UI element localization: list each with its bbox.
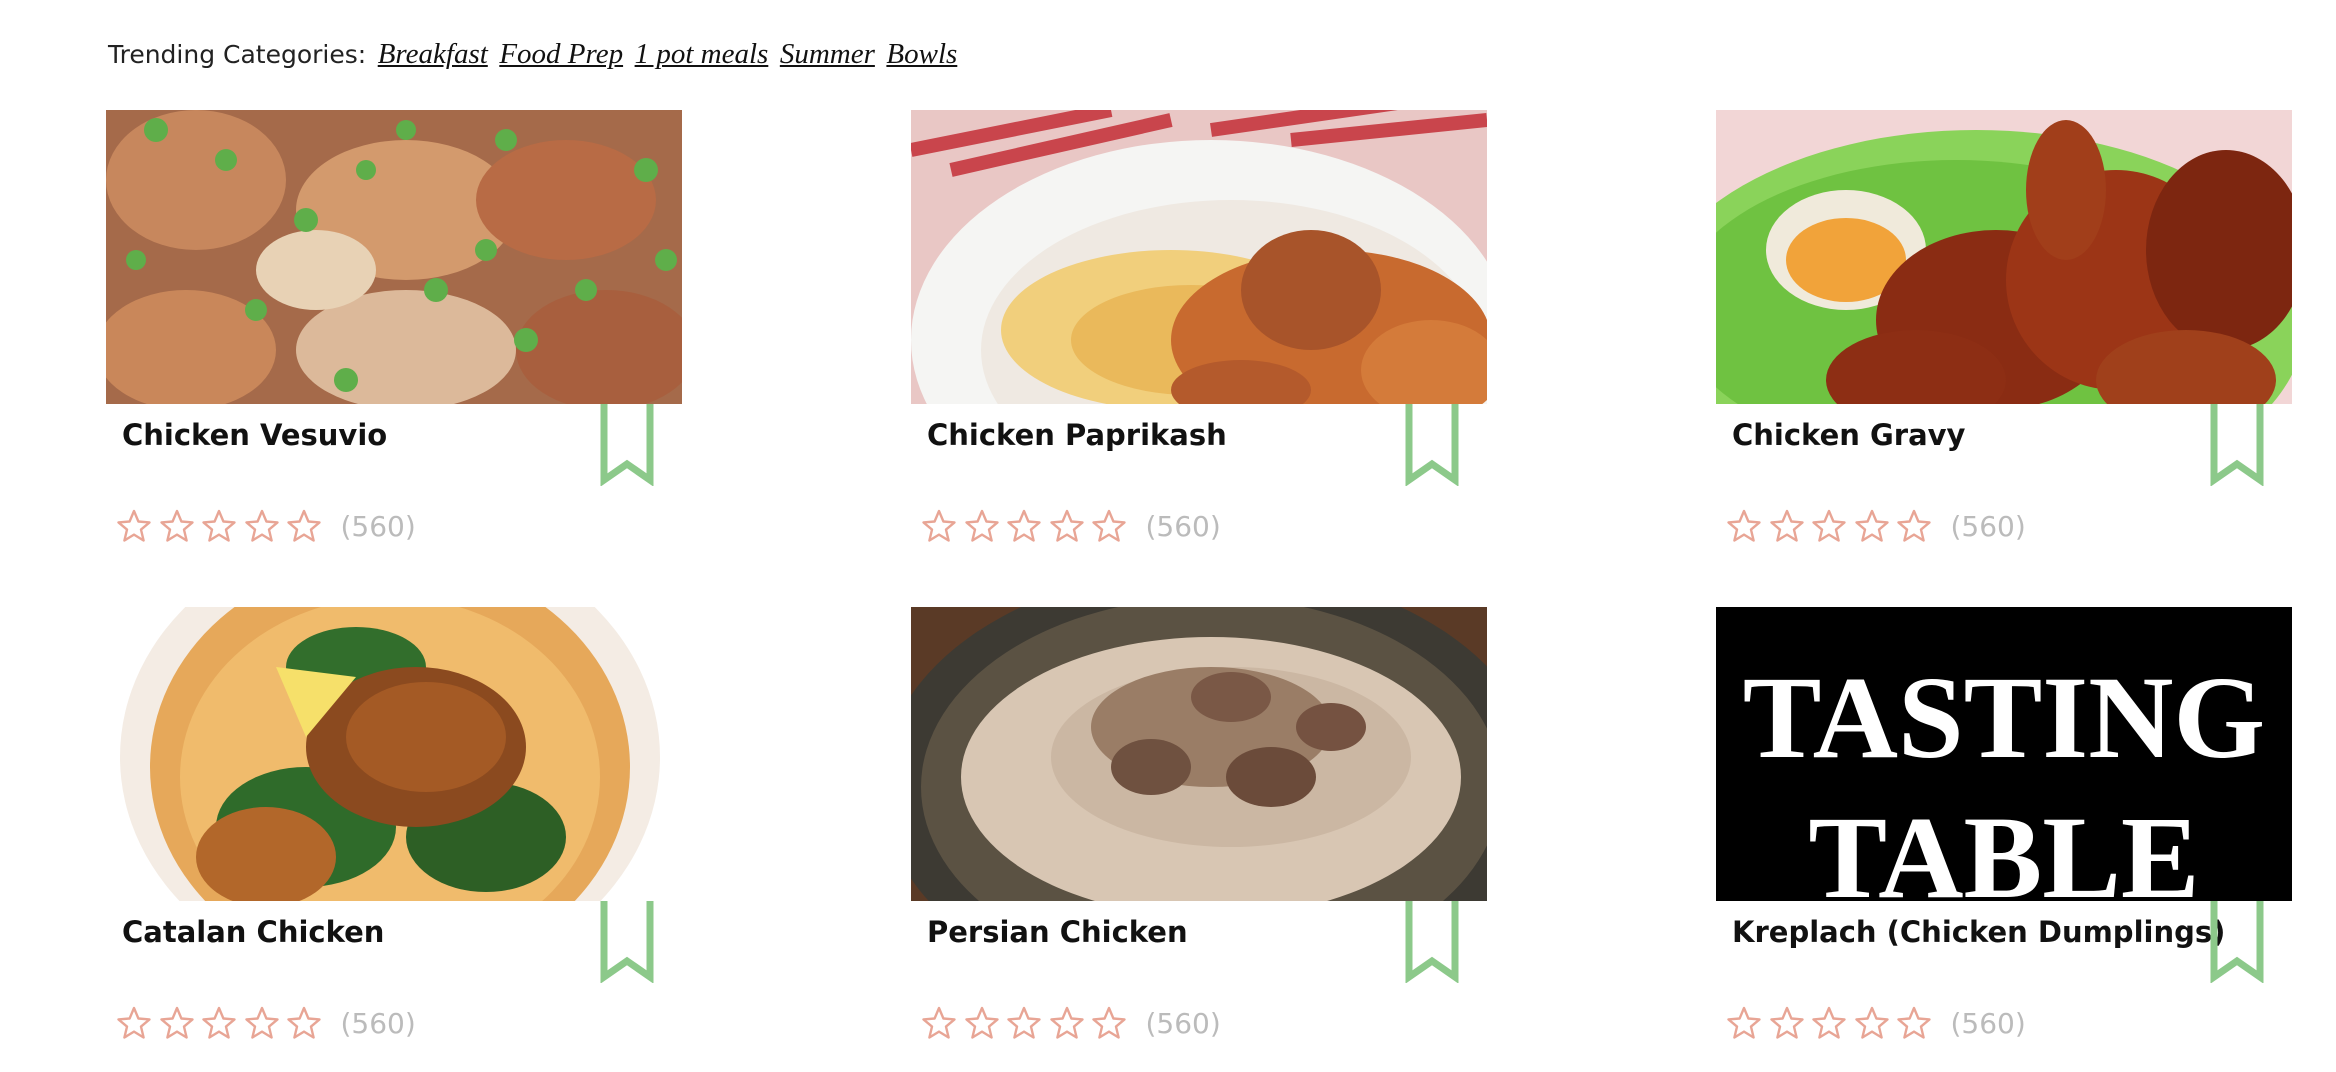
star-icon[interactable] xyxy=(1811,508,1847,544)
recipe-card-chicken-gravy: Chicken Gravy (560) xyxy=(1716,110,2292,543)
recipe-title[interactable]: Kreplach (Chicken Dumplings) xyxy=(1732,915,2225,949)
recipe-image-chicken-paprikash[interactable] xyxy=(911,110,1487,404)
star-icon[interactable] xyxy=(286,1005,322,1041)
star-icon[interactable] xyxy=(244,1005,280,1041)
bookmark-icon[interactable] xyxy=(600,404,654,486)
category-link-bowls[interactable]: Bowls xyxy=(886,38,957,70)
star-icon[interactable] xyxy=(201,1005,237,1041)
star-icon[interactable] xyxy=(116,1005,152,1041)
star-icon[interactable] xyxy=(201,508,237,544)
recipe-title[interactable]: Persian Chicken xyxy=(927,915,1188,949)
recipe-image-chicken-vesuvio[interactable] xyxy=(106,110,682,404)
recipe-card-kreplach: TASTING TABLE Kreplach (Chicken Dumpling… xyxy=(1716,607,2292,1040)
rating-count: (560) xyxy=(1950,509,2026,543)
rating: (560) xyxy=(116,1005,416,1041)
star-icon[interactable] xyxy=(1006,1005,1042,1041)
star-icon[interactable] xyxy=(1896,508,1932,544)
recipe-card-persian-chicken: Persian Chicken (560) xyxy=(911,607,1487,1040)
star-icon[interactable] xyxy=(921,1005,957,1041)
category-link-summer[interactable]: Summer xyxy=(780,38,875,70)
star-icon[interactable] xyxy=(159,1005,195,1041)
star-icon[interactable] xyxy=(964,1005,1000,1041)
star-icon[interactable] xyxy=(1049,1005,1085,1041)
trending-label: Trending Categories: xyxy=(108,40,367,69)
bookmark-icon[interactable] xyxy=(2210,404,2264,486)
recipe-card-catalan-chicken: Catalan Chicken (560) xyxy=(106,607,682,1040)
star-icon[interactable] xyxy=(1006,508,1042,544)
star-icon[interactable] xyxy=(1896,1005,1932,1041)
star-icon[interactable] xyxy=(921,508,957,544)
star-icon[interactable] xyxy=(159,508,195,544)
star-icon[interactable] xyxy=(286,508,322,544)
star-icon[interactable] xyxy=(1854,508,1890,544)
rating-count: (560) xyxy=(1145,509,1221,543)
star-icon[interactable] xyxy=(1049,508,1085,544)
recipe-card-chicken-paprikash: Chicken Paprikash (560) xyxy=(911,110,1487,543)
recipe-title[interactable]: Chicken Vesuvio xyxy=(122,418,387,452)
rating-count: (560) xyxy=(1950,1006,2026,1040)
rating-count: (560) xyxy=(1145,1006,1221,1040)
star-icon[interactable] xyxy=(116,508,152,544)
rating: (560) xyxy=(921,508,1221,544)
recipe-image-catalan-chicken[interactable] xyxy=(106,607,682,901)
recipe-title[interactable]: Chicken Gravy xyxy=(1732,418,1965,452)
trending-categories: Trending Categories: Breakfast Food Prep… xyxy=(108,36,957,73)
rating: (560) xyxy=(921,1005,1221,1041)
category-link-food-prep[interactable]: Food Prep xyxy=(499,38,623,70)
bookmark-icon[interactable] xyxy=(1405,901,1459,983)
star-icon[interactable] xyxy=(1769,508,1805,544)
rating-count: (560) xyxy=(340,1006,416,1040)
bookmark-icon[interactable] xyxy=(600,901,654,983)
star-icon[interactable] xyxy=(1811,1005,1847,1041)
recipe-image-chicken-gravy[interactable] xyxy=(1716,110,2292,404)
rating-count: (560) xyxy=(340,509,416,543)
star-icon[interactable] xyxy=(1769,1005,1805,1041)
star-icon[interactable] xyxy=(964,508,1000,544)
star-icon[interactable] xyxy=(1091,508,1127,544)
rating: (560) xyxy=(116,508,416,544)
rating: (560) xyxy=(1726,508,2026,544)
star-icon[interactable] xyxy=(244,508,280,544)
star-icon[interactable] xyxy=(1091,1005,1127,1041)
logo-text-table: TABLE xyxy=(1808,792,2199,901)
star-icon[interactable] xyxy=(1726,508,1762,544)
star-icon[interactable] xyxy=(1726,1005,1762,1041)
recipe-title[interactable]: Catalan Chicken xyxy=(122,915,384,949)
logo-text-tasting: TASTING xyxy=(1743,652,2265,783)
rating: (560) xyxy=(1726,1005,2026,1041)
recipe-card-chicken-vesuvio: Chicken Vesuvio (560) xyxy=(106,110,682,543)
category-link-breakfast[interactable]: Breakfast xyxy=(378,38,488,70)
recipe-title[interactable]: Chicken Paprikash xyxy=(927,418,1227,452)
recipe-image-persian-chicken[interactable] xyxy=(911,607,1487,901)
star-icon[interactable] xyxy=(1854,1005,1890,1041)
category-link-1-pot-meals[interactable]: 1 pot meals xyxy=(635,38,769,70)
recipe-image-kreplach[interactable]: TASTING TABLE xyxy=(1716,607,2292,901)
bookmark-icon[interactable] xyxy=(1405,404,1459,486)
bookmark-icon[interactable] xyxy=(2210,901,2264,983)
